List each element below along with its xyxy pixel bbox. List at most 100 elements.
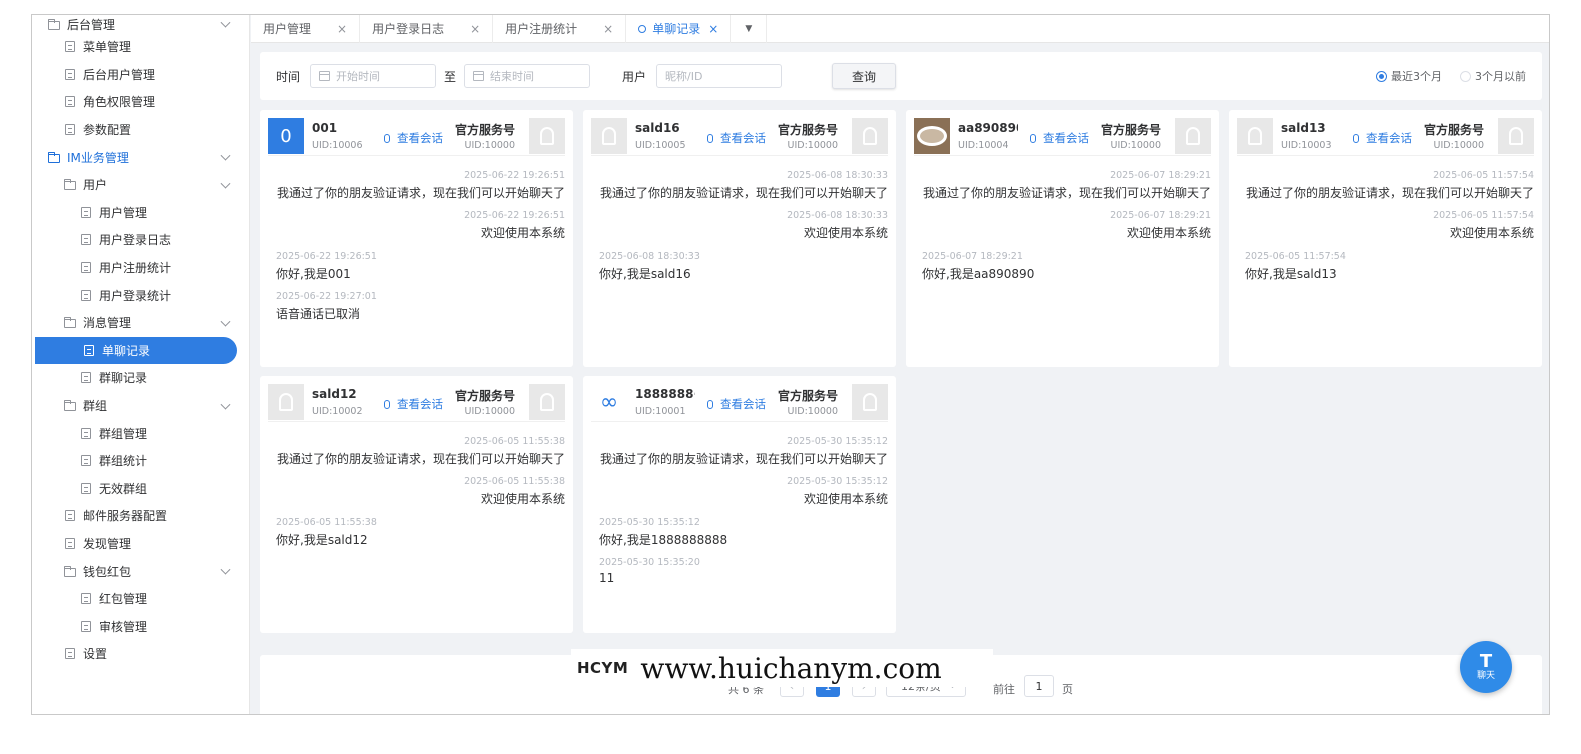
chat-message: 2025-06-08 18:30:33 欢迎使用本系统: [599, 210, 888, 241]
sidebar-item[interactable]: 角色权限管理: [32, 88, 249, 116]
sidebar-item-label: 邮件服务器配置: [83, 509, 168, 524]
tab-item[interactable]: 用户登录日志 ×: [360, 15, 494, 43]
official-account-uid: UID:10000: [1433, 140, 1485, 151]
tab-label: 用户管理: [263, 22, 312, 36]
view-conversation-link[interactable]: 查看会话: [707, 396, 766, 412]
view-conversation-link[interactable]: 查看会话: [384, 396, 443, 412]
sidebar-item[interactable]: 后台管理: [32, 15, 249, 33]
view-conversation-link[interactable]: 查看会话: [384, 130, 443, 146]
message-text: 我通过了你的朋友验证请求，现在我们可以开始聊天了: [599, 186, 888, 200]
tab-item[interactable]: 用户注册统计 ×: [493, 15, 627, 43]
filter-bar: 时间 开始时间 至 结束时间 用户 昵称/ID 查询 最近3个月 3个月以前: [260, 52, 1542, 100]
sidebar-item[interactable]: 邮件服务器配置: [32, 502, 249, 530]
sidebar-item[interactable]: 发现管理: [32, 530, 249, 558]
message-time: 2025-06-07 18:29:21: [1110, 210, 1211, 221]
sidebar-menu: 后台管理 菜单管理 后台用户管理 角色权限管理 参数配置 IM业务管理 用户 用户管理 用户登录…: [32, 15, 250, 714]
document-icon: [80, 262, 92, 274]
view-conversation-link[interactable]: 查看会话: [707, 130, 766, 146]
radio-recent-3-months[interactable]: 最近3个月: [1376, 68, 1442, 84]
sidebar-item[interactable]: 参数配置: [32, 116, 249, 144]
view-conversation-label: 查看会话: [1043, 131, 1089, 145]
sidebar-item[interactable]: 群组统计: [32, 447, 249, 475]
message-text: 你好,我是001: [276, 267, 351, 281]
conversation-icon: [707, 399, 713, 409]
goto-page-input[interactable]: 1: [1024, 675, 1054, 697]
sidebar-item[interactable]: IM业务管理: [32, 143, 249, 171]
sidebar-item[interactable]: 群组: [32, 392, 249, 420]
message-time: 2025-06-05 11:55:38: [464, 476, 565, 487]
user-avatar: ∞: [591, 384, 627, 420]
chat-card-header: sald16 UID:10005 查看会话 官方服务号 UID:10000: [591, 118, 888, 156]
sidebar-item[interactable]: 用户登录日志: [32, 226, 249, 254]
chevron-down-icon: [220, 150, 231, 161]
chat-message: 2025-06-05 11:55:38 我通过了你的朋友验证请求，现在我们可以开始…: [276, 436, 565, 467]
close-icon[interactable]: ×: [603, 22, 613, 36]
tab-item[interactable]: 用户管理 ×: [251, 15, 361, 43]
chat-icon: T: [1479, 650, 1493, 672]
sidebar-item[interactable]: 用户管理: [32, 199, 249, 227]
chat-float-label: 聊天: [1476, 670, 1495, 681]
document-icon: [64, 648, 76, 660]
radio-older-3-months[interactable]: 3个月以前: [1460, 68, 1526, 84]
sidebar-item[interactable]: 单聊记录: [35, 336, 237, 365]
user-search-input[interactable]: 昵称/ID: [656, 64, 783, 88]
app-window: 后台管理 菜单管理 后台用户管理 角色权限管理 参数配置 IM业务管理 用户 用户管理 用户登录…: [31, 14, 1550, 715]
sidebar-item-label: 后台管理: [67, 17, 116, 32]
close-icon[interactable]: ×: [470, 22, 480, 36]
document-icon: [80, 372, 92, 384]
radio-recent-label: 最近3个月: [1391, 70, 1442, 83]
tab-dropdown-button[interactable]: ▼: [731, 15, 768, 43]
document-icon: [80, 620, 92, 632]
sidebar-item[interactable]: 后台用户管理: [32, 61, 249, 89]
chat-message: 2025-05-30 15:35:12 欢迎使用本系统: [599, 476, 888, 507]
chat-float-button[interactable]: T 聊天: [1460, 641, 1512, 693]
sidebar-item[interactable]: 钱包红包: [32, 557, 249, 585]
sidebar-item[interactable]: 消息管理: [32, 309, 249, 337]
sidebar-item[interactable]: 红包管理: [32, 585, 249, 613]
official-account-uid: UID:10000: [787, 406, 839, 417]
end-time-input[interactable]: 结束时间: [464, 64, 591, 88]
conversation-icon: [1353, 133, 1359, 143]
sidebar-item[interactable]: 群组管理: [32, 419, 249, 447]
sidebar-item[interactable]: 设置: [32, 640, 249, 668]
view-conversation-label: 查看会话: [720, 131, 766, 145]
time-label: 时间: [276, 69, 301, 84]
sidebar-item-label: 菜单管理: [83, 40, 132, 55]
message-time: 2025-06-22 19:26:51: [464, 210, 565, 221]
start-time-placeholder: 开始时间: [336, 70, 381, 83]
tab-item[interactable]: 单聊记录 ×: [626, 15, 732, 43]
chat-message: 2025-06-05 11:57:54 我通过了你的朋友验证请求，现在我们可以开始…: [1245, 170, 1534, 201]
view-conversation-link[interactable]: 查看会话: [1353, 130, 1412, 146]
sidebar-item[interactable]: 用户: [32, 171, 249, 199]
sidebar-item-label: IM业务管理: [67, 150, 129, 165]
close-icon[interactable]: ×: [708, 22, 718, 36]
chat-card: aa890890 UID:10004 查看会话 官方服务号 UID:10000 2025-…: [906, 110, 1219, 367]
tab-bar: 用户管理 × 用户登录日志 × 用户注册统计 × 单聊记录 × ▼: [251, 15, 1549, 43]
chevron-down-icon: [220, 178, 231, 189]
chat-card: sald16 UID:10005 查看会话 官方服务号 UID:10000 2025-06…: [583, 110, 896, 367]
message-time: 2025-06-08 18:30:33: [599, 251, 700, 262]
message-time: 2025-06-22 19:26:51: [276, 251, 377, 262]
message-time: 2025-05-30 15:35:12: [599, 517, 700, 528]
user-avatar: [591, 118, 627, 154]
user-uid: UID:10004: [958, 140, 1009, 151]
view-conversation-link[interactable]: 查看会话: [1030, 130, 1089, 146]
user-avatar: [914, 118, 950, 154]
official-account-uid: UID:10000: [1110, 140, 1162, 151]
start-time-input[interactable]: 开始时间: [310, 64, 437, 88]
sidebar-item[interactable]: 菜单管理: [32, 33, 249, 61]
sidebar-item[interactable]: 无效群组: [32, 475, 249, 503]
sidebar-item[interactable]: 用户注册统计: [32, 254, 249, 282]
message-text: 你好,我是sald13: [1245, 267, 1337, 281]
user-name: aa890890: [958, 121, 1018, 135]
close-icon[interactable]: ×: [337, 22, 347, 36]
query-button[interactable]: 查询: [832, 63, 897, 89]
sidebar-item[interactable]: 群聊记录: [32, 364, 249, 392]
sidebar-item-label: 审核管理: [99, 619, 148, 634]
user-name: sald12: [312, 387, 357, 401]
message-text: 欢迎使用本系统: [480, 492, 565, 506]
document-icon: [80, 455, 92, 467]
sidebar-item-label: 单聊记录: [102, 343, 151, 358]
sidebar-item[interactable]: 审核管理: [32, 612, 249, 640]
sidebar-item[interactable]: 用户登录统计: [32, 281, 249, 309]
